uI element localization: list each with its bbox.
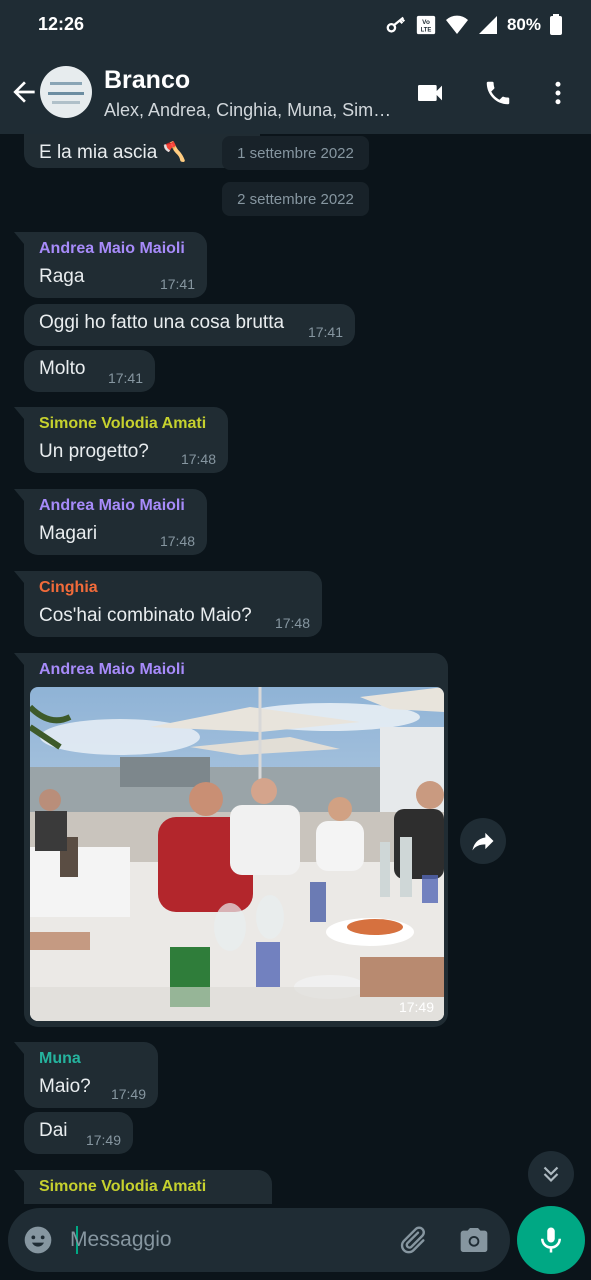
axe-emoji: 🪓	[162, 142, 187, 163]
back-button[interactable]	[8, 76, 40, 108]
message-time: 17:41	[307, 324, 343, 340]
message-text: Cos'hai combinato Maio?	[39, 605, 252, 626]
message-bubble[interactable]: Muna Maio? 17:49	[14, 1042, 158, 1108]
voice-call-icon	[486, 81, 510, 105]
shared-photo[interactable]: 17:49	[30, 687, 444, 1021]
message-text: Magari	[39, 523, 98, 544]
message-bubble[interactable]: Molto 17:41	[24, 350, 155, 392]
message-bubble[interactable]: Dai 17:49	[24, 1112, 133, 1154]
message-text: Maio?	[39, 1076, 91, 1097]
more-options-button[interactable]	[541, 76, 575, 110]
sender-name[interactable]: Cinghia	[39, 579, 98, 597]
sender-name[interactable]: Andrea Maio Maioli	[39, 497, 185, 515]
message-bubble[interactable]: Simone Volodia Amati Un progetto? 17:48	[14, 407, 228, 473]
svg-text:Vo: Vo	[422, 19, 430, 26]
emoji-button[interactable]	[22, 1224, 54, 1256]
message-text: Raga	[39, 266, 85, 287]
volte-icon: VoLTE	[416, 15, 436, 35]
voice-message-button[interactable]	[517, 1206, 585, 1274]
sender-name[interactable]: Simone Volodia Amati	[39, 1178, 206, 1196]
photo-image	[30, 687, 444, 1021]
status-bar: 12:26 Vo LTE 80%	[0, 0, 591, 52]
battery-percent: 80%	[506, 15, 541, 34]
video-call-button[interactable]	[413, 76, 447, 110]
message-time: 17:49	[110, 1086, 146, 1102]
message-text: Dai	[39, 1120, 68, 1141]
message-text: E la mia ascia 🪓	[39, 142, 187, 163]
message-bubble[interactable]: Andrea Maio Maioli Raga 17:41	[14, 232, 207, 298]
svg-text:LTE: LTE	[421, 27, 432, 33]
chat-participants[interactable]: Alex, Andrea, Cinghia, Muna, Simone	[104, 100, 394, 121]
message-time: 17:41	[107, 370, 143, 386]
emoji-icon	[24, 1226, 52, 1254]
key-icon	[386, 16, 406, 33]
image-message[interactable]: Andrea Maio Maioli 17:49	[14, 653, 448, 1027]
sender-name[interactable]: Andrea Maio Maioli	[39, 661, 185, 679]
message-input-bar	[8, 1208, 510, 1272]
date-separator: 2 settembre 2022	[222, 182, 369, 216]
voice-call-button[interactable]	[481, 76, 515, 110]
sender-name[interactable]: Andrea Maio Maioli	[39, 240, 185, 258]
date-separator: 1 settembre 2022	[222, 136, 369, 170]
microphone-icon	[541, 1227, 561, 1253]
paperclip-icon	[400, 1226, 425, 1254]
forward-button[interactable]	[460, 818, 506, 864]
message-text: Molto	[39, 358, 86, 379]
scroll-to-bottom-button[interactable]	[528, 1151, 574, 1197]
sender-name[interactable]: Simone Volodia Amati	[39, 415, 206, 433]
camera-button[interactable]	[458, 1224, 490, 1256]
message-bubble[interactable]: Simone Volodia Amati	[14, 1170, 272, 1204]
message-text: Oggi ho fatto una cosa brutta	[39, 312, 285, 333]
attach-button[interactable]	[396, 1224, 428, 1256]
message-time: 17:48	[274, 615, 310, 631]
message-bubble[interactable]: Cinghia Cos'hai combinato Maio? 17:48	[14, 571, 322, 637]
camera-icon	[460, 1228, 488, 1252]
battery-icon	[550, 14, 562, 35]
status-icons: Vo LTE 80%	[385, 14, 563, 36]
chat-header: Branco Alex, Andrea, Cinghia, Muna, Simo…	[0, 52, 591, 134]
double-chevron-down-icon	[543, 1166, 559, 1183]
more-options-icon	[555, 81, 561, 105]
message-time: 17:48	[180, 451, 216, 467]
video-call-icon	[418, 85, 442, 101]
message-time: 17:48	[159, 533, 195, 549]
message-time: 17:49	[398, 999, 434, 1015]
signal-icon	[478, 16, 497, 34]
forward-icon	[472, 832, 494, 851]
message-bubble[interactable]: Oggi ho fatto una cosa brutta 17:41	[24, 304, 355, 346]
status-time: 12:26	[38, 14, 85, 34]
message-text: Un progetto?	[39, 441, 149, 462]
message-time: 17:49	[85, 1132, 121, 1148]
message-list[interactable]: E la mia ascia 🪓 2: 1 settembre 2022 2 s…	[0, 134, 591, 1204]
sender-name[interactable]: Muna	[39, 1050, 81, 1068]
message-time: 17:41	[159, 276, 195, 292]
group-avatar[interactable]	[40, 66, 92, 118]
wifi-icon	[445, 15, 468, 34]
chat-title[interactable]: Branco	[104, 66, 190, 95]
message-input[interactable]	[70, 1222, 380, 1258]
message-bubble[interactable]: Andrea Maio Maioli Magari 17:48	[14, 489, 207, 555]
back-arrow-icon	[13, 81, 35, 103]
